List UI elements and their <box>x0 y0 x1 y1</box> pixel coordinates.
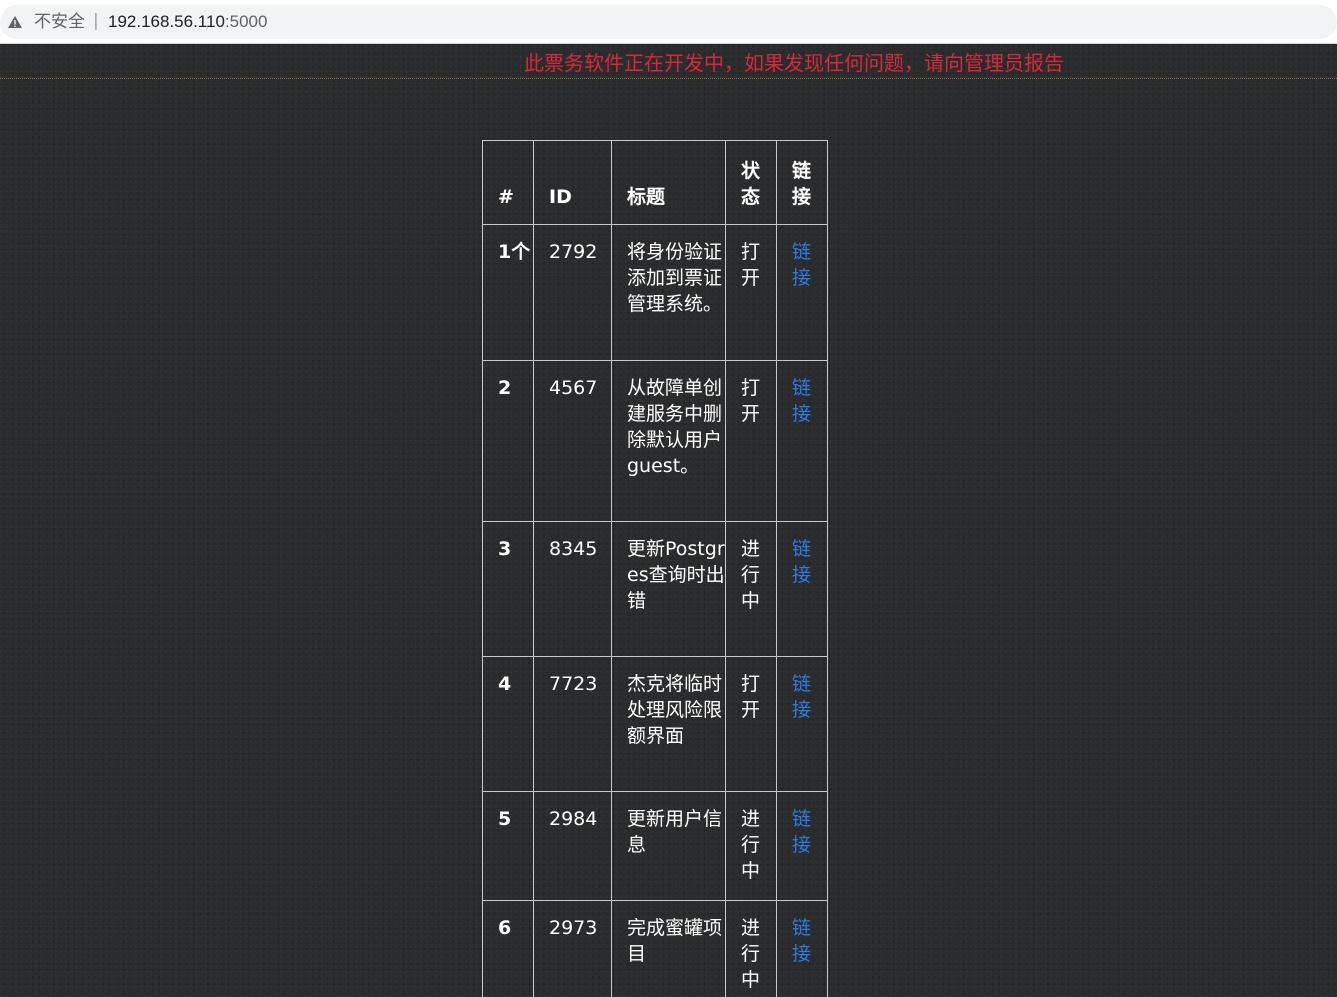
address-separator: | <box>93 11 99 31</box>
cell-status: 打开 <box>725 224 777 361</box>
ticket-link[interactable]: 链接 <box>792 915 827 967</box>
header-link-label: 链接 <box>792 160 812 208</box>
url-port: :5000 <box>224 12 268 31</box>
cell-id: 2792 <box>533 224 612 361</box>
browser-toolbar: 不安全 | 192.168.56.110:5000 <box>0 0 1337 44</box>
header-id-label: ID <box>549 186 572 208</box>
table-row: 4 7723 杰克将临时处理风险限额界面 打开 链接 <box>482 656 828 792</box>
cell-num: 4 <box>482 656 534 792</box>
ticket-title: 杰克将临时处理风险限额界面 <box>627 673 723 747</box>
cell-status: 打开 <box>725 360 777 522</box>
ticket-status: 进行中 <box>741 808 761 882</box>
header-num-label: # <box>498 186 514 208</box>
header-title: 标题 <box>611 140 726 225</box>
cell-title: 完成蜜罐项目 <box>611 900 726 997</box>
ticket-status: 打开 <box>741 377 761 425</box>
header-num: # <box>482 140 534 225</box>
ticket-id: 2792 <box>549 241 598 263</box>
cell-id: 7723 <box>533 656 612 792</box>
ticket-link[interactable]: 链接 <box>792 239 827 291</box>
cell-id: 2984 <box>533 791 612 901</box>
header-status-label: 状态 <box>741 160 761 208</box>
security-label[interactable]: 不安全 <box>34 12 85 32</box>
ticket-title: 从故障单创建服务中删除默认用户guest。 <box>627 377 723 477</box>
dev-notice-text: 此票务软件正在开发中，如果发现任何问题，请向管理员报告 <box>524 51 1064 75</box>
table-row: 2 4567 从故障单创建服务中删除默认用户guest。 打开 链接 <box>482 360 828 522</box>
cell-id: 4567 <box>533 360 612 522</box>
row-number: 5 <box>498 808 512 830</box>
ticket-link[interactable]: 链接 <box>792 806 827 858</box>
header-id: ID <box>533 140 612 225</box>
warning-icon[interactable] <box>7 14 23 30</box>
cell-num: 1个 <box>482 224 534 361</box>
ticket-table: # ID 标题 状态 链接 1个 2792 将身份验证添加到票证管理系统。 打开… <box>482 140 828 997</box>
cell-title: 将身份验证添加到票证管理系统。 <box>611 224 726 361</box>
row-number: 3 <box>498 538 512 560</box>
cell-link: 链接 <box>776 656 828 792</box>
table-header-row: # ID 标题 状态 链接 <box>482 140 828 225</box>
row-number: 4 <box>498 673 512 695</box>
row-number: 6 <box>498 917 512 939</box>
ticket-id: 2973 <box>549 917 598 939</box>
table-row: 1个 2792 将身份验证添加到票证管理系统。 打开 链接 <box>482 224 828 361</box>
ticket-id: 7723 <box>549 673 598 695</box>
table-row: 5 2984 更新用户信息 进行中 链接 <box>482 791 828 901</box>
ticket-link[interactable]: 链接 <box>792 536 827 588</box>
dev-notice-banner: 此票务软件正在开发中，如果发现任何问题，请向管理员报告 <box>0 46 1337 79</box>
ticket-status: 进行中 <box>741 917 761 991</box>
ticket-status: 打开 <box>741 673 761 721</box>
cell-title: 从故障单创建服务中删除默认用户guest。 <box>611 360 726 522</box>
url-host: 192.168.56.110 <box>108 12 225 31</box>
table-row: 6 2973 完成蜜罐项目 进行中 链接 <box>482 900 828 997</box>
ticket-title: 完成蜜罐项目 <box>627 917 723 965</box>
cell-link: 链接 <box>776 521 828 657</box>
cell-title: 杰克将临时处理风险限额界面 <box>611 656 726 792</box>
ticket-id: 4567 <box>549 377 598 399</box>
ticket-title: 更新用户信息 <box>627 808 723 856</box>
address-bar[interactable]: 不安全 | 192.168.56.110:5000 <box>0 5 1337 39</box>
cell-num: 3 <box>482 521 534 657</box>
cell-link: 链接 <box>776 900 828 997</box>
ticket-title: 更新Postgres查询时出错 <box>627 538 725 612</box>
cell-status: 进行中 <box>725 900 777 997</box>
cell-title: 更新Postgres查询时出错 <box>611 521 726 657</box>
header-link: 链接 <box>776 140 828 225</box>
row-number: 1个 <box>498 241 531 263</box>
cell-link: 链接 <box>776 791 828 901</box>
cell-id: 8345 <box>533 521 612 657</box>
cell-status: 打开 <box>725 656 777 792</box>
ticket-id: 2984 <box>549 808 598 830</box>
ticket-status: 进行中 <box>741 538 761 612</box>
cell-status: 进行中 <box>725 791 777 901</box>
cell-title: 更新用户信息 <box>611 791 726 901</box>
cell-link: 链接 <box>776 224 828 361</box>
header-status: 状态 <box>725 140 777 225</box>
cell-num: 2 <box>482 360 534 522</box>
table-row: 3 8345 更新Postgres查询时出错 进行中 链接 <box>482 521 828 657</box>
ticket-id: 8345 <box>549 538 598 560</box>
cell-status: 进行中 <box>725 521 777 657</box>
cell-link: 链接 <box>776 360 828 522</box>
cell-num: 5 <box>482 791 534 901</box>
cell-id: 2973 <box>533 900 612 997</box>
ticket-link[interactable]: 链接 <box>792 671 827 723</box>
ticket-status: 打开 <box>741 241 761 289</box>
header-title-label: 标题 <box>627 186 666 208</box>
cell-num: 6 <box>482 900 534 997</box>
ticket-link[interactable]: 链接 <box>792 375 827 427</box>
row-number: 2 <box>498 377 512 399</box>
url-text[interactable]: 192.168.56.110:5000 <box>108 12 267 32</box>
ticket-title: 将身份验证添加到票证管理系统。 <box>627 241 723 315</box>
